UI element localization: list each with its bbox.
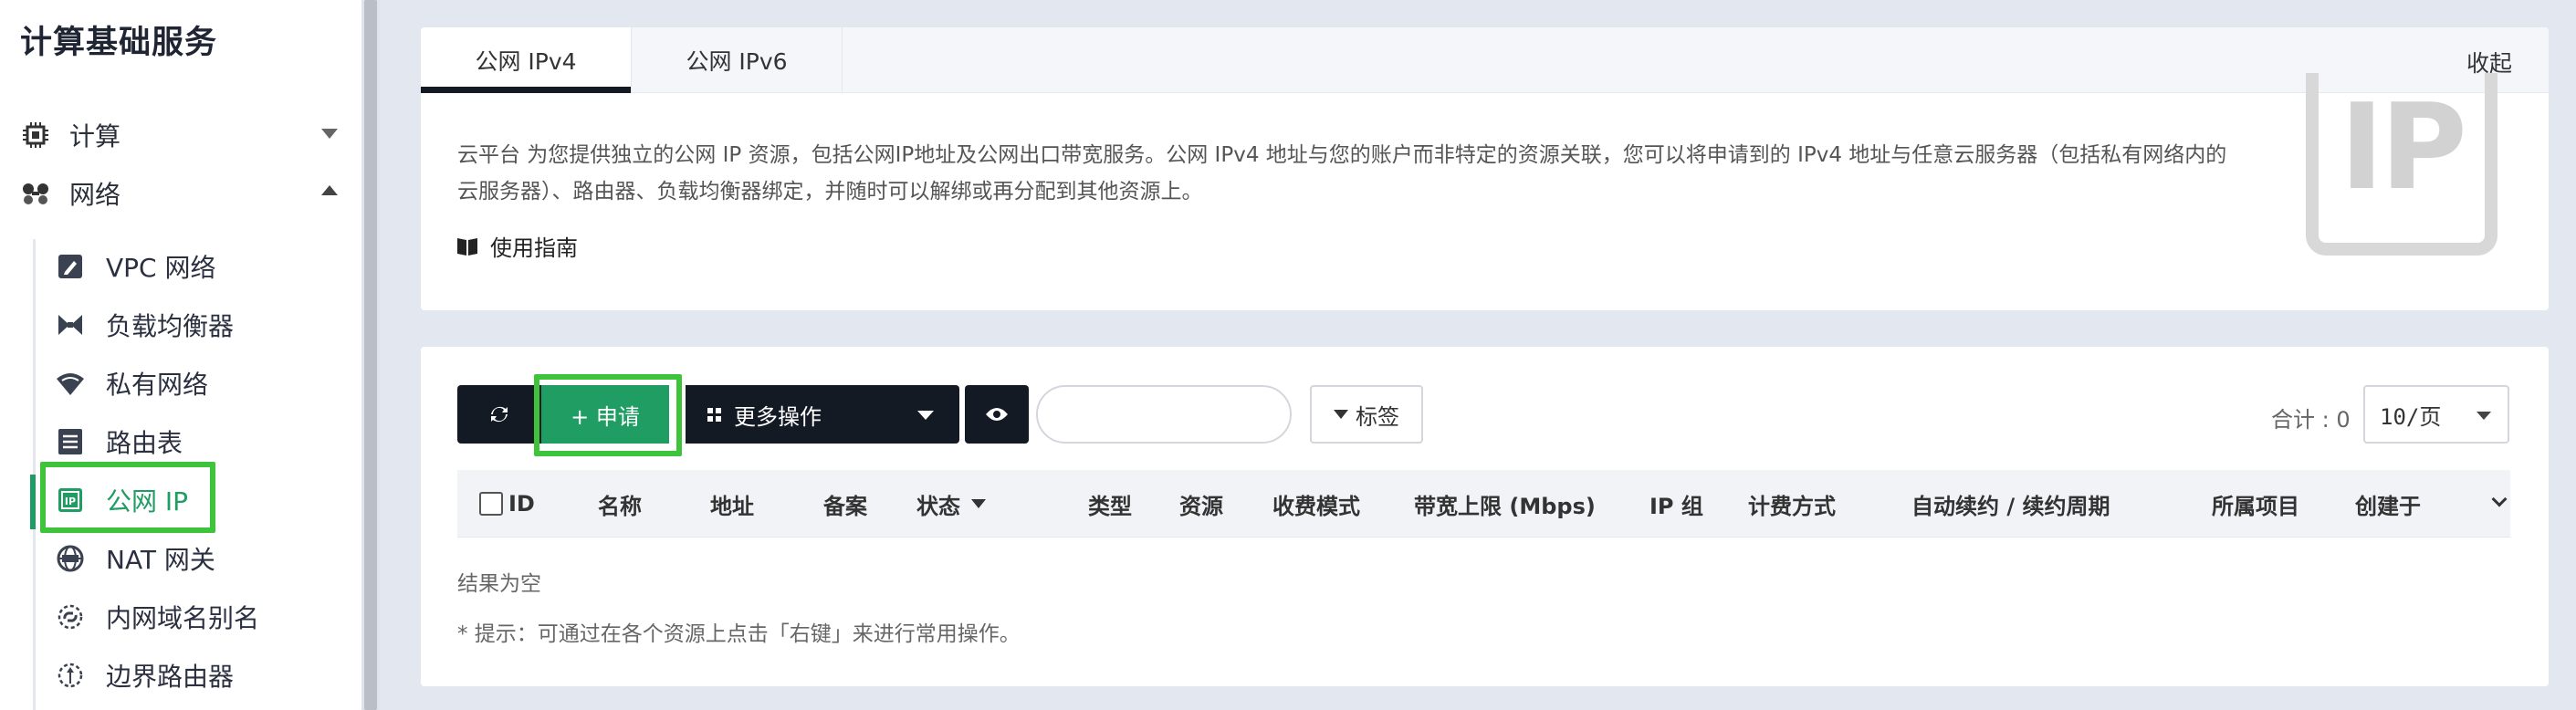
column-header-filing[interactable]: 备案	[823, 470, 867, 538]
filter-icon	[1334, 410, 1348, 419]
ip-badge-text: IP	[2340, 78, 2467, 216]
ip-badge-illustration: IP	[2306, 73, 2497, 256]
column-header-id[interactable]: ID	[508, 470, 535, 538]
sidebar-item-label: 内网域名别名	[106, 603, 260, 633]
table-header: ID 名称 地址 备案 状态 类型 资源 收费模式 带宽上限 (Mbps) IP…	[457, 470, 2510, 538]
empty-state-text: 结果为空	[457, 572, 541, 596]
vpc-icon	[57, 253, 84, 280]
grid-icon	[707, 407, 721, 422]
sidebar-scrollbar-thumb[interactable]	[364, 0, 377, 710]
wifi-icon	[57, 370, 84, 397]
nav-group-compute[interactable]: 计算	[20, 112, 338, 158]
column-header-ip-group[interactable]: IP 组	[1649, 470, 1703, 538]
more-actions-label: 更多操作	[734, 403, 822, 430]
list-card: + 申请 更多操作 标签 合计 : 0 10/页 ID 名称 地址 备案 状态 …	[421, 347, 2549, 686]
chevron-up-icon	[321, 185, 338, 195]
guide-label: 使用指南	[490, 235, 578, 261]
column-menu-chevron-icon[interactable]	[2491, 491, 2508, 507]
tab-bar: 公网 IPv4 公网 IPv6 收起	[421, 27, 2549, 93]
column-header-project[interactable]: 所属项目	[2212, 470, 2299, 538]
nav-group-label: 计算	[69, 121, 121, 151]
sidebar-item-label: 私有网络	[106, 370, 209, 400]
tab-public-ipv6[interactable]: 公网 IPv6	[632, 27, 843, 93]
tag-filter-button[interactable]: 标签	[1310, 385, 1423, 444]
chip-icon	[20, 120, 51, 151]
column-header-created[interactable]: 创建于	[2355, 470, 2421, 538]
highlight-box	[40, 462, 215, 533]
sidebar-item-nat-gateway[interactable]: NAT 网关	[57, 536, 330, 581]
sidebar-item-label: VPC 网络	[106, 253, 216, 283]
sidebar-title: 计算基础服务	[20, 25, 218, 61]
view-toggle-button[interactable]	[965, 385, 1029, 444]
search-input[interactable]	[1036, 385, 1292, 444]
select-all-checkbox[interactable]	[479, 492, 503, 516]
nav-group-network[interactable]: 网络	[20, 171, 338, 216]
chevron-down-icon	[2477, 412, 2491, 420]
column-header-resource[interactable]: 资源	[1179, 470, 1223, 538]
sidebar-item-label: 路由表	[106, 428, 183, 458]
total-count: 合计 : 0	[2271, 407, 2351, 433]
chevron-down-icon	[917, 411, 934, 420]
info-card: 公网 IPv4 公网 IPv6 收起 IP 云平台 为您提供独立的公网 IP 资…	[421, 27, 2549, 310]
nat-gateway-icon	[57, 545, 84, 572]
column-header-status[interactable]: 状态	[916, 470, 986, 538]
description-text: 云平台 为您提供独立的公网 IP 资源，包括公网IP地址及公网出口带宽服务。公网…	[457, 143, 2227, 204]
page-size-select[interactable]: 10/页	[2363, 385, 2509, 444]
sidebar-item-label: 边界路由器	[106, 662, 235, 692]
sidebar-item-vpc[interactable]: VPC 网络	[57, 244, 330, 289]
column-header-type[interactable]: 类型	[1088, 470, 1132, 538]
column-header-name[interactable]: 名称	[598, 470, 642, 538]
dns-alias-icon	[57, 603, 84, 631]
guide-link[interactable]: 使用指南	[457, 230, 578, 262]
route-table-icon	[57, 428, 84, 455]
eye-icon	[986, 408, 1008, 421]
highlight-box	[534, 374, 682, 456]
column-header-billing-mode[interactable]: 收费模式	[1272, 470, 1360, 538]
caret-down-icon	[971, 499, 986, 508]
nav-group-label: 网络	[69, 180, 121, 210]
active-indicator	[30, 475, 36, 529]
column-header-status-label: 状态	[916, 493, 960, 519]
border-router-icon	[57, 662, 84, 689]
column-header-charge-method[interactable]: 计费方式	[1748, 470, 1836, 538]
page-size-value: 10/页	[2380, 403, 2442, 430]
sidebar-item-label: NAT 网关	[106, 545, 215, 575]
column-header-auto-renew[interactable]: 自动续约 / 续约周期	[1911, 470, 2110, 538]
tab-public-ipv4[interactable]: 公网 IPv4	[421, 27, 632, 93]
sidebar-item-border-router[interactable]: 边界路由器	[57, 653, 330, 698]
network-icon	[20, 178, 51, 209]
refresh-button[interactable]	[457, 385, 541, 444]
sidebar-item-private-network[interactable]: 私有网络	[57, 360, 330, 406]
sidebar-item-label: 负载均衡器	[106, 311, 235, 341]
refresh-icon	[491, 406, 508, 423]
sidebar-item-dns-alias[interactable]: 内网域名别名	[57, 594, 330, 640]
column-header-address[interactable]: 地址	[710, 470, 754, 538]
more-actions-dropdown[interactable]: 更多操作	[686, 385, 959, 444]
chevron-down-icon	[321, 129, 338, 139]
hint-text: * 提示：可通过在各个资源上点击「右键」来进行常用操作。	[457, 622, 1021, 646]
tag-label: 标签	[1356, 403, 1399, 430]
sidebar-item-load-balancer[interactable]: 负载均衡器	[57, 302, 330, 348]
load-balancer-icon	[57, 311, 84, 339]
book-icon	[457, 237, 477, 256]
sidebar-item-route-table[interactable]: 路由表	[57, 419, 330, 465]
column-header-bandwidth[interactable]: 带宽上限 (Mbps)	[1414, 470, 1596, 538]
sidebar: 计算基础服务 计算 网络 VPC 网络 负载均衡器 私有网络 路由表 IP 公网…	[0, 0, 361, 710]
